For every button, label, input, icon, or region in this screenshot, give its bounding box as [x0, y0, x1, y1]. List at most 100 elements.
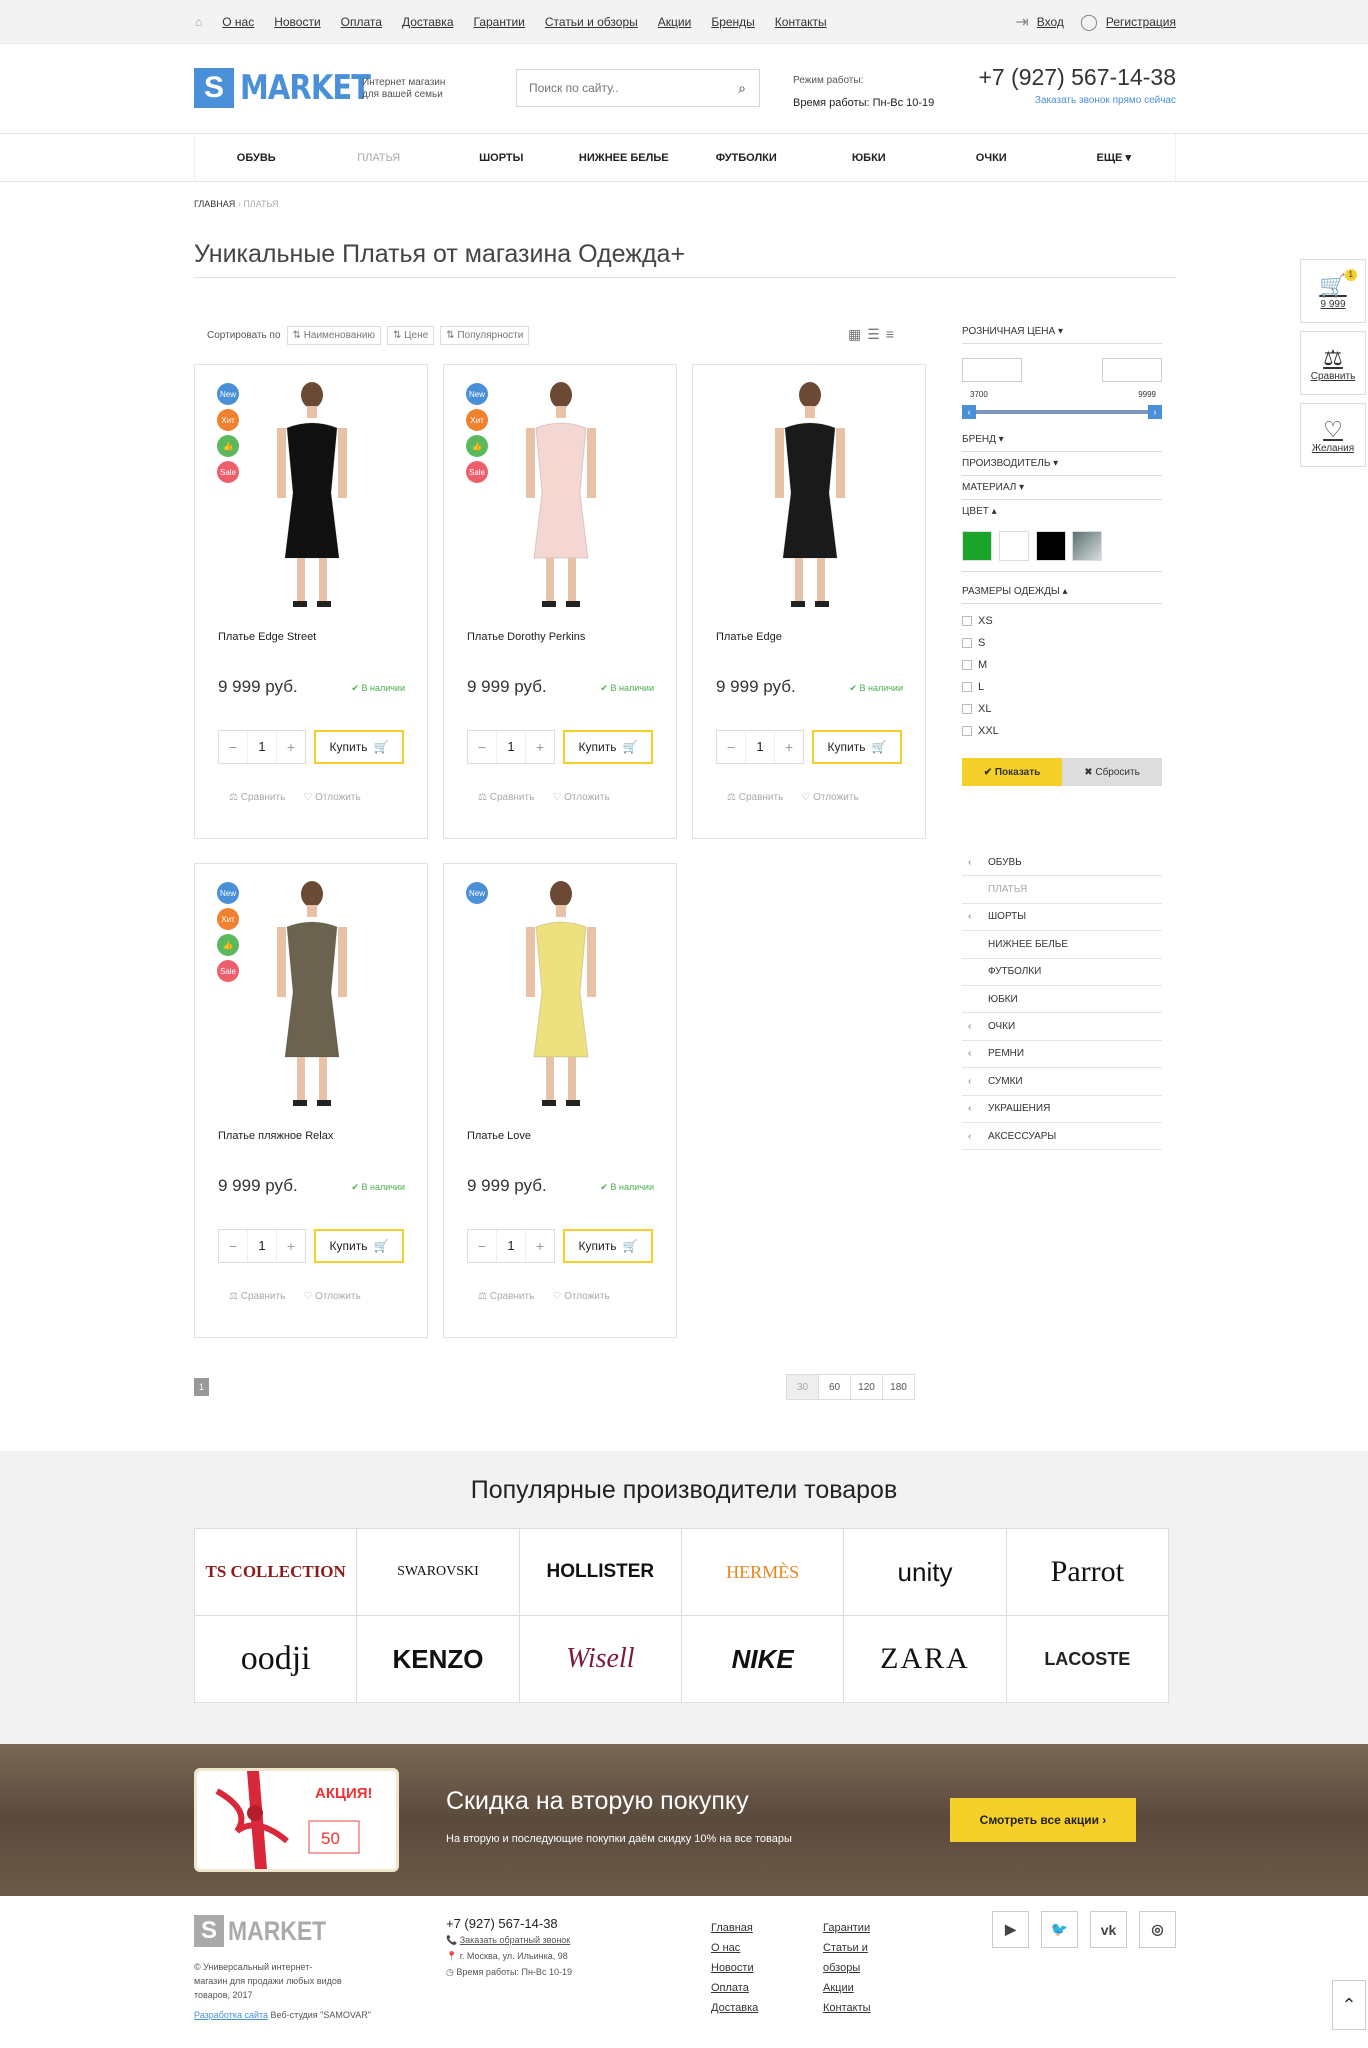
- compare-link[interactable]: ⚖ Сравнить: [229, 792, 285, 803]
- footer-link[interactable]: обзоры: [823, 1958, 871, 1978]
- cat-more[interactable]: ЕЩЕ ▾: [1053, 134, 1176, 181]
- brand-logo[interactable]: ZARA: [844, 1616, 1006, 1702]
- login-link[interactable]: Вход: [1037, 15, 1064, 29]
- footer-phone[interactable]: +7 (927) 567-14-38: [446, 1916, 572, 1932]
- instagram-icon[interactable]: ◎: [1139, 1911, 1176, 1948]
- footer-link[interactable]: Новости: [711, 1958, 758, 1978]
- checkbox[interactable]: [962, 616, 972, 626]
- cart-tab[interactable]: 🛒 1 9 999: [1300, 259, 1366, 323]
- brand-logo[interactable]: Wisell: [519, 1616, 681, 1702]
- product-card[interactable]: New Хит 👍 Sale Платье Dorothy Perkins 9 999…: [443, 364, 677, 839]
- brand-logo[interactable]: KENZO: [357, 1616, 519, 1702]
- filter-maker[interactable]: ПРОИЗВОДИТЕЛЬ ▾: [962, 452, 1162, 476]
- product-name[interactable]: Платье Love: [467, 1130, 531, 1142]
- product-card[interactable]: New Хит 👍 Sale Платье пляжное Relax 9 999 р…: [194, 863, 428, 1338]
- table-view-icon[interactable]: ≡: [886, 326, 894, 343]
- footer-link[interactable]: Акции: [823, 1978, 871, 1998]
- phone-number[interactable]: +7 (927) 567-14-38: [978, 64, 1176, 91]
- footer-logo[interactable]: S MARKET: [194, 1915, 344, 1947]
- footer-link[interactable]: О нас: [711, 1938, 758, 1958]
- login-icon[interactable]: ⇥: [1015, 12, 1028, 32]
- topnav-news[interactable]: Новости: [274, 15, 320, 29]
- product-image[interactable]: [484, 872, 638, 1117]
- buy-button[interactable]: Купить 🛒: [563, 1229, 653, 1263]
- cat-underwear[interactable]: НИЖНЕЕ БЕЛЬЕ: [563, 134, 686, 181]
- defer-link[interactable]: ♡ Отложить: [303, 792, 360, 803]
- reset-button[interactable]: ✖ Сбросить: [1062, 758, 1162, 786]
- size-m[interactable]: M: [962, 654, 1162, 676]
- sidebar-category[interactable]: ‹ СУМКИ: [962, 1068, 1162, 1096]
- product-image[interactable]: [235, 373, 389, 618]
- cat-glasses[interactable]: ОЧКИ: [930, 134, 1053, 181]
- price-min-input[interactable]: [962, 358, 1022, 382]
- size-l[interactable]: L: [962, 676, 1162, 698]
- wishlist-tab[interactable]: ♡ Желания: [1300, 403, 1366, 467]
- search-icon[interactable]: ⌕: [725, 80, 759, 97]
- page-1[interactable]: 1: [194, 1378, 209, 1396]
- all-promos-button[interactable]: Смотреть все акции ›: [950, 1798, 1136, 1842]
- buy-button[interactable]: Купить 🛒: [563, 730, 653, 764]
- checkbox[interactable]: [962, 660, 972, 670]
- minus-button[interactable]: −: [468, 739, 496, 755]
- defer-link[interactable]: ♡ Отложить: [552, 1291, 609, 1302]
- checkbox[interactable]: [962, 726, 972, 736]
- swatch-pattern[interactable]: [1072, 531, 1103, 561]
- checkbox[interactable]: [962, 638, 972, 648]
- topnav-contacts[interactable]: Контакты: [775, 15, 827, 29]
- checkbox[interactable]: [962, 704, 972, 714]
- dev-link[interactable]: Разработка сайта: [194, 2010, 268, 2020]
- product-name[interactable]: Платье Edge: [716, 631, 782, 643]
- sidebar-category[interactable]: ‹ АКСЕССУАРЫ: [962, 1123, 1162, 1151]
- home-icon[interactable]: ⌂: [195, 15, 202, 29]
- sidebar-category[interactable]: ‹ УКРАШЕНИЯ: [962, 1096, 1162, 1123]
- sort-by-price[interactable]: ⇅ Цене: [386, 326, 435, 345]
- topnav-about[interactable]: О нас: [222, 15, 254, 29]
- brand-logo[interactable]: HERMÈS: [681, 1529, 844, 1615]
- plus-button[interactable]: +: [526, 1238, 554, 1254]
- swatch-black[interactable]: [1035, 531, 1066, 561]
- per-page-120[interactable]: 120: [850, 1374, 883, 1400]
- cat-tshirts[interactable]: ФУТБОЛКИ: [685, 134, 808, 181]
- sidebar-category[interactable]: ‹ ШОРТЫ: [962, 904, 1162, 932]
- size-s[interactable]: S: [962, 632, 1162, 654]
- footer-link[interactable]: Статьи и: [823, 1938, 871, 1958]
- sidebar-category[interactable]: ‹ ОБУВЬ: [962, 849, 1162, 877]
- filter-brand[interactable]: БРЕНД ▾: [962, 428, 1162, 452]
- sort-by-popularity[interactable]: ⇅ Популярности: [440, 326, 530, 345]
- callback-link[interactable]: Заказать звонок прямо сейчас: [978, 95, 1176, 106]
- minus-button[interactable]: −: [219, 739, 247, 755]
- footer-link[interactable]: Оплата: [711, 1978, 758, 1998]
- per-page-60[interactable]: 60: [818, 1374, 851, 1400]
- product-name[interactable]: Платье Edge Street: [218, 631, 316, 643]
- search-input[interactable]: [517, 81, 725, 95]
- size-xl[interactable]: XL: [962, 698, 1162, 720]
- product-name[interactable]: Платье Dorothy Perkins: [467, 631, 585, 643]
- show-button[interactable]: ✔ Показать: [962, 758, 1062, 786]
- topnav-warranty[interactable]: Гарантии: [474, 15, 525, 29]
- per-page-180[interactable]: 180: [882, 1374, 915, 1400]
- youtube-icon[interactable]: ▶: [992, 1911, 1029, 1948]
- product-name[interactable]: Платье пляжное Relax: [218, 1130, 333, 1142]
- grid-view-icon[interactable]: ▦: [848, 326, 861, 343]
- checkbox[interactable]: [962, 682, 972, 692]
- plus-button[interactable]: +: [277, 739, 305, 755]
- quantity-value[interactable]: 1: [496, 731, 526, 763]
- minus-button[interactable]: −: [219, 1238, 247, 1254]
- topnav-delivery[interactable]: Доставка: [402, 15, 454, 29]
- sidebar-category[interactable]: ‹ ОЧКИ: [962, 1013, 1162, 1041]
- brand-logo[interactable]: SWAROVSKI: [357, 1529, 519, 1615]
- slider-left-handle[interactable]: ‹: [962, 405, 976, 419]
- cat-dresses[interactable]: ПЛАТЬЯ: [318, 134, 441, 181]
- topnav-payment[interactable]: Оплата: [341, 15, 382, 29]
- sidebar-category[interactable]: ЮБКИ: [962, 986, 1162, 1014]
- scroll-top-button[interactable]: ⌃: [1332, 1980, 1366, 2030]
- minus-button[interactable]: −: [468, 1238, 496, 1254]
- list-view-icon[interactable]: ☰: [867, 326, 880, 343]
- quantity-value[interactable]: 1: [745, 731, 775, 763]
- breadcrumb-home[interactable]: ГЛАВНАЯ: [194, 199, 235, 209]
- minus-button[interactable]: −: [717, 739, 745, 755]
- cat-shoes[interactable]: ОБУВЬ: [195, 134, 318, 181]
- brand-logo[interactable]: unity: [844, 1529, 1006, 1615]
- filter-material[interactable]: МАТЕРИАЛ ▾: [962, 476, 1162, 500]
- brand-logo[interactable]: TS COLLECTION: [195, 1529, 357, 1615]
